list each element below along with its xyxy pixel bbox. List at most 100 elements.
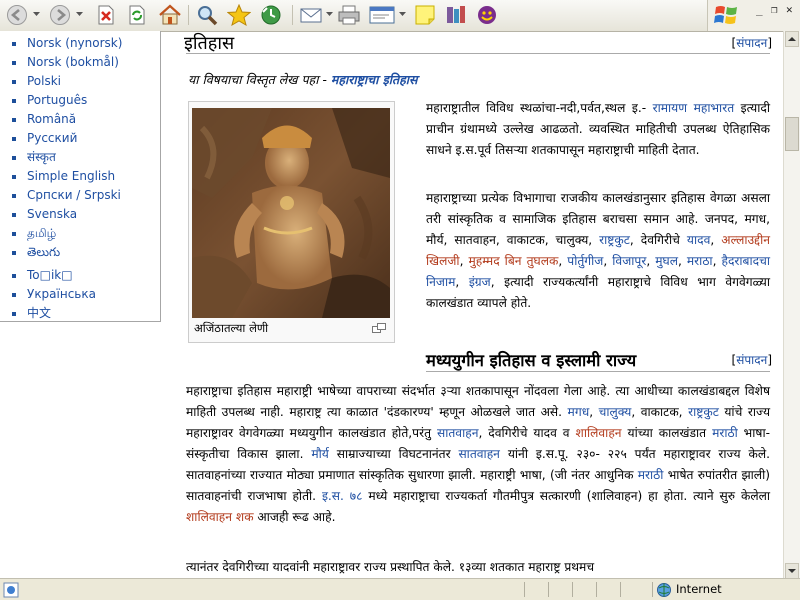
restore-button[interactable]: ❐: [771, 3, 778, 16]
language-item: 中文: [0, 304, 160, 323]
satavahan-link[interactable]: सातवाहन: [437, 426, 479, 440]
language-item: Norsk (nynorsk): [0, 34, 160, 53]
shalivahan-link[interactable]: शालिवाहन: [576, 426, 622, 440]
scroll-thumb[interactable]: [785, 117, 799, 151]
satavahan-link-2[interactable]: सातवाहन: [458, 447, 500, 461]
marathi-link[interactable]: मराठी: [712, 426, 738, 440]
page-status-icon: [3, 582, 19, 598]
history-edit-link[interactable]: संपादन: [736, 36, 767, 50]
language-link[interactable]: Српски / Srpski: [27, 188, 121, 202]
language-link[interactable]: Simple English: [27, 169, 115, 183]
language-item: Српски / Srpski: [0, 186, 160, 205]
stop-icon[interactable]: [95, 3, 117, 27]
language-link[interactable]: தமிழ்: [27, 226, 56, 240]
bullet-icon: [12, 80, 16, 84]
maratha-link[interactable]: मराठा: [687, 254, 713, 268]
edit-icon[interactable]: [368, 3, 396, 27]
text-run: मध्ये महाराष्ट्राचा राज्यकर्ता गौतमीपुत्…: [362, 489, 770, 503]
mughal-link[interactable]: मुघल: [655, 254, 678, 268]
status-separator: [652, 582, 653, 597]
language-link[interactable]: 中文: [27, 306, 51, 320]
language-link[interactable]: Română: [27, 112, 76, 126]
main-article-link[interactable]: महाराष्ट्राचा इतिहास: [331, 72, 418, 87]
text-run: यांच्या कालखंडात: [621, 426, 713, 440]
language-link[interactable]: Português: [27, 93, 87, 107]
history-icon[interactable]: [258, 3, 284, 27]
status-separator: [620, 582, 621, 597]
ajanta-painting-image[interactable]: [192, 108, 390, 318]
language-link[interactable]: Svenska: [27, 207, 77, 221]
enlarge-icon[interactable]: [372, 323, 386, 333]
scroll-up-button[interactable]: [785, 31, 799, 47]
scroll-down-button[interactable]: [785, 563, 799, 579]
internet-zone-icon: [657, 583, 671, 597]
text-run: , देवगिरीचे: [629, 233, 687, 247]
muhammad-bin-tughlaq-link[interactable]: मुहम्मद बिन तुघलक: [469, 254, 559, 268]
bullet-icon: [12, 194, 16, 198]
portuguese-link[interactable]: पोर्तुगीज: [567, 254, 603, 268]
medieval-edit-link[interactable]: संपादन: [736, 353, 767, 367]
shalivahan-shaka-link[interactable]: शालिवाहन शक: [186, 510, 254, 524]
favorites-icon[interactable]: [226, 3, 252, 27]
research-icon[interactable]: [443, 3, 469, 27]
language-link[interactable]: తెలుగు: [27, 245, 60, 259]
language-link[interactable]: संस्कृत: [27, 150, 56, 164]
notes-icon[interactable]: [412, 3, 438, 27]
internet-zone-label: Internet: [676, 582, 722, 596]
language-item: తెలుగు: [0, 243, 160, 262]
language-item: Svenska: [0, 205, 160, 224]
bullet-icon: [12, 137, 16, 141]
refresh-icon[interactable]: [126, 3, 148, 27]
maurya-link[interactable]: मौर्य: [311, 447, 329, 461]
bullet-icon: [12, 213, 16, 217]
bullet-icon: [12, 293, 16, 297]
main-article-note: या विषयाचा विस्तृत लेख पहा - महाराष्ट्रा…: [188, 71, 417, 88]
medieval-heading-row: मध्ययुगीन इतिहास व इस्लामी राज्य [संपादन…: [426, 348, 772, 370]
english-link[interactable]: इंग्रज: [469, 275, 491, 289]
text-run: महाराष्ट्राच्या प्रत्येक विभागाचा राजकीय…: [426, 191, 770, 247]
back-icon[interactable]: [4, 3, 30, 27]
bullet-icon: [12, 232, 16, 236]
bullet-icon: [12, 175, 16, 179]
yadav-link[interactable]: यादव: [687, 233, 710, 247]
search-icon[interactable]: [194, 3, 220, 27]
minimize-button[interactable]: _: [756, 3, 763, 16]
rashtrakuta-link[interactable]: राष्ट्रकुट: [599, 233, 630, 247]
language-item: Русский: [0, 129, 160, 148]
ramayana-link[interactable]: रामायण: [653, 101, 687, 115]
language-link[interactable]: Norsk (nynorsk): [27, 36, 122, 50]
back-dropdown-icon[interactable]: [33, 11, 40, 17]
language-panel: Norsk (nynorsk) Norsk (bokmål) Polski Po…: [0, 31, 161, 322]
mail-icon[interactable]: [298, 3, 324, 27]
marathi-link-2[interactable]: मराठी: [638, 468, 664, 482]
vijapur-link[interactable]: विजापूर: [612, 254, 646, 268]
language-link[interactable]: Русский: [27, 131, 77, 145]
bullet-icon: [12, 118, 16, 122]
mail-dropdown-icon[interactable]: [326, 11, 333, 17]
rashtrakuta-link-2[interactable]: राष्ट्रकुट: [688, 405, 719, 419]
scroll-down-icon: [788, 569, 796, 573]
print-icon[interactable]: [336, 3, 362, 27]
language-link[interactable]: To□ik□: [27, 268, 73, 282]
messenger-icon[interactable]: [474, 3, 500, 27]
text-run: साम्राज्याच्या विघटनानंतर: [328, 447, 459, 461]
home-icon[interactable]: [157, 3, 183, 27]
thumbnail-caption: अजिंठातल्या लेणी: [194, 321, 269, 335]
language-link[interactable]: Norsk (bokmål): [27, 55, 119, 69]
bullet-icon: [12, 42, 16, 46]
year-78-link[interactable]: इ.स. ७८: [322, 489, 363, 503]
edit-dropdown-icon[interactable]: [399, 11, 406, 17]
forward-dropdown-icon[interactable]: [76, 11, 83, 17]
language-item: Simple English: [0, 167, 160, 186]
chalukya-link[interactable]: चालुक्य: [599, 405, 632, 419]
mahabharata-link[interactable]: महाभारत: [694, 101, 735, 115]
history-heading-row: इतिहास [संपादन]: [184, 31, 772, 54]
language-link[interactable]: Polski: [27, 74, 61, 88]
language-item: தமிழ்: [0, 224, 160, 243]
bullet-icon: [12, 156, 16, 160]
forward-icon[interactable]: [47, 3, 73, 27]
close-button[interactable]: ✕: [786, 3, 793, 16]
magadh-link[interactable]: मगध: [568, 405, 590, 419]
vertical-scrollbar[interactable]: [783, 31, 800, 579]
language-link[interactable]: Українська: [27, 287, 96, 301]
